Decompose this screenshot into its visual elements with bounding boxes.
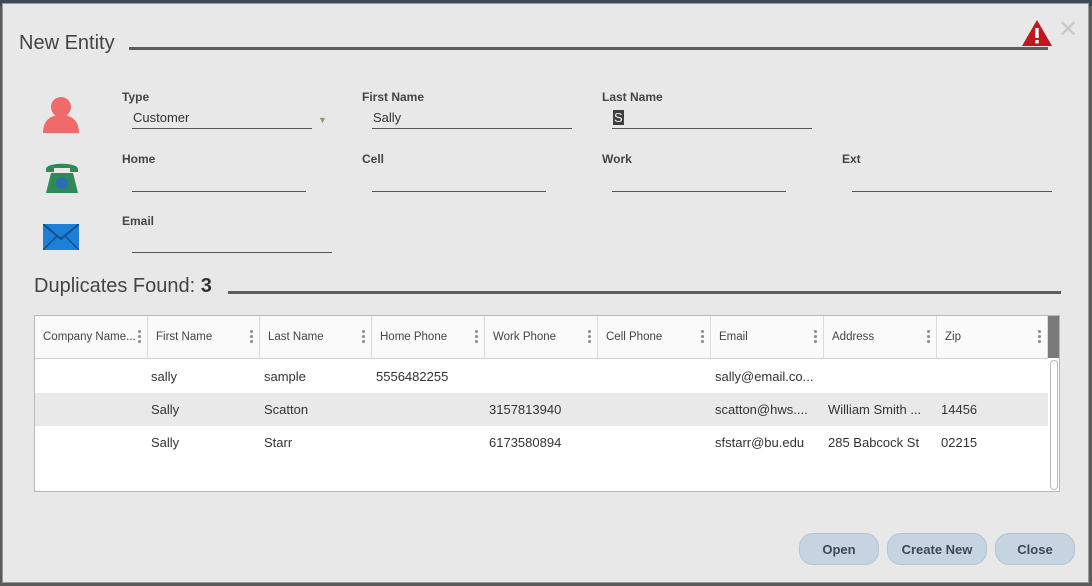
grid-scroll-corner [1048,316,1059,358]
column-header-email[interactable]: Email [711,316,824,358]
column-menu-icon[interactable] [1038,330,1041,344]
cell-home-phone [376,426,481,459]
column-label: Last Name [268,331,324,343]
email-label: Email [122,214,155,228]
last-name-value: S [613,110,624,125]
column-header-company[interactable]: Company Name... [35,316,148,358]
first-name-input[interactable]: Sally [372,109,572,129]
duplicates-title: Duplicates Found: 3 [34,275,212,298]
type-label: Type [122,90,150,104]
dialog-title: New Entity [19,32,115,54]
cell-address: 285 Babcock St [828,435,920,450]
close-icon[interactable]: ✕ [1058,18,1078,42]
column-menu-icon[interactable] [475,330,478,344]
cell-work-phone [489,360,594,393]
last-name-input[interactable]: S [612,109,812,129]
telephone-icon [46,163,78,193]
cell-last-name: Scatton [264,402,309,417]
type-select[interactable]: Customer [132,109,312,129]
ext-input[interactable] [852,172,1052,192]
table-row[interactable]: Sally Scatton 3157813940 scatton@hws....… [35,393,1048,426]
vertical-scrollbar[interactable] [1050,360,1058,490]
last-name-label: Last Name [602,90,663,104]
column-label: Zip [945,331,961,343]
cell-home-phone: 5556482255 [376,369,449,384]
home-label: Home [122,152,156,166]
column-label: Address [832,331,875,343]
new-entity-dialog: New Entity ✕ Type Customer ▼ First Name … [2,3,1089,583]
cell-zip [941,360,1041,393]
column-menu-icon[interactable] [701,330,704,344]
column-header-cell-phone[interactable]: Cell Phone [598,316,711,358]
create-new-button[interactable]: Create New [887,533,987,565]
column-menu-icon[interactable] [814,330,817,344]
open-button[interactable]: Open [799,533,879,565]
work-phone-input[interactable] [612,172,786,192]
column-menu-icon[interactable] [250,330,253,344]
duplicates-grid: Company Name... First Name Last Name Hom… [34,315,1060,492]
column-menu-icon[interactable] [588,330,591,344]
column-header-first-name[interactable]: First Name [148,316,260,358]
column-label: Company Name... [43,331,136,343]
cell-first-name: Sally [151,402,180,417]
cell-last-name: Starr [264,435,293,450]
duplicates-count: 3 [200,275,212,297]
column-header-home-phone[interactable]: Home Phone [372,316,485,358]
cell-zip: 02215 [941,435,978,450]
cell-zip: 14456 [941,402,978,417]
column-menu-icon[interactable] [362,330,365,344]
email-input[interactable] [132,233,332,253]
duplicates-divider [228,291,1061,294]
column-label: Cell Phone [606,331,663,343]
cell-email: sally@email.co... [715,369,814,384]
cell-phone-input[interactable] [372,172,546,192]
cell-email: sfstarr@bu.edu [715,435,805,450]
cell-address: William Smith ... [828,402,922,417]
table-row[interactable]: Sally Starr 6173580894 sfstarr@bu.edu 28… [35,426,1048,459]
first-name-label: First Name [362,90,425,104]
column-header-address[interactable]: Address [824,316,937,358]
column-label: Work Phone [493,331,557,343]
column-label: Home Phone [380,331,448,343]
cell-home-phone [376,393,481,426]
cell-email: scatton@hws.... [715,402,808,417]
table-row[interactable]: sally sample 5556482255 sally@email.co..… [35,360,1048,393]
person-icon [43,97,79,133]
cell-label: Cell [362,152,385,166]
envelope-icon [43,224,79,250]
close-button[interactable]: Close [995,533,1075,565]
column-header-work-phone[interactable]: Work Phone [485,316,598,358]
cell-work-phone: 6173580894 [489,435,562,450]
cell-last-name: sample [264,369,306,384]
cell-work-phone: 3157813940 [489,402,562,417]
cell-address [828,360,933,393]
column-header-last-name[interactable]: Last Name [260,316,372,358]
grid-header: Company Name... First Name Last Name Hom… [35,316,1048,359]
work-label: Work [602,152,632,166]
warning-icon [1022,20,1052,46]
ext-label: Ext [842,152,861,166]
column-label: First Name [156,331,213,343]
column-menu-icon[interactable] [138,330,141,344]
chevron-down-icon[interactable]: ▼ [318,115,327,125]
home-phone-input[interactable] [132,172,306,192]
title-divider [129,47,1048,50]
cell-first-name: sally [151,369,178,384]
duplicates-label: Duplicates Found: [34,275,196,297]
column-label: Email [719,331,748,343]
column-header-zip[interactable]: Zip [937,316,1048,358]
column-menu-icon[interactable] [927,330,930,344]
cell-first-name: Sally [151,435,180,450]
